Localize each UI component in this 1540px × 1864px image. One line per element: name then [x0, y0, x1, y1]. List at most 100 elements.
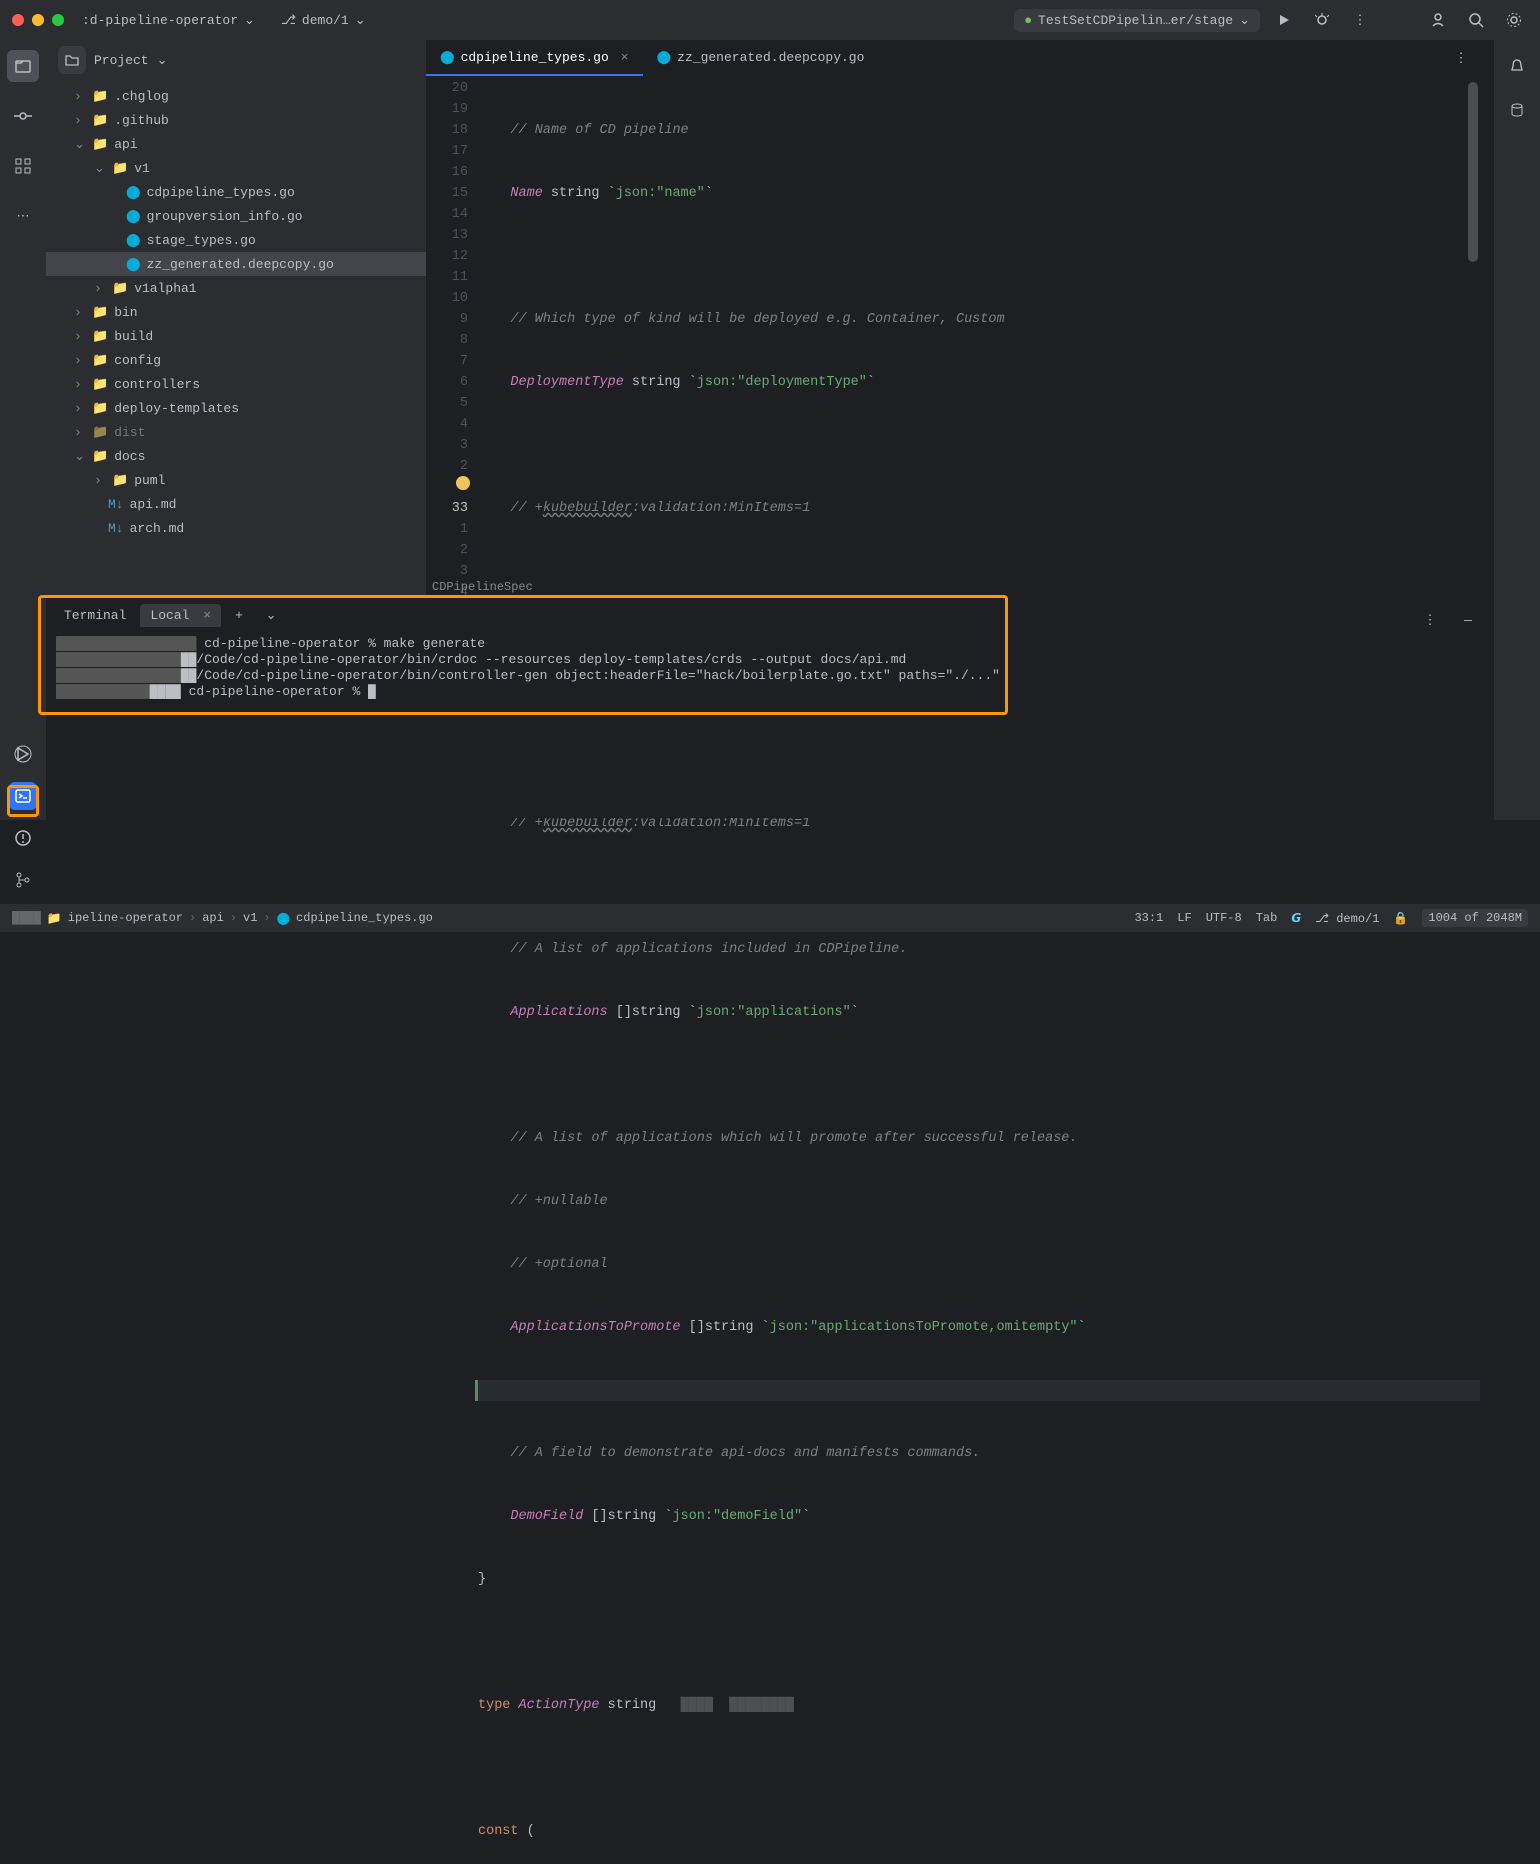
maximize-window[interactable]	[52, 14, 64, 26]
memory-indicator[interactable]: 1004 of 2048M	[1422, 909, 1528, 927]
tree-item[interactable]: ›📁puml	[46, 468, 426, 492]
search-icon[interactable]	[1462, 6, 1490, 34]
code-with-me-icon[interactable]	[1424, 6, 1452, 34]
chevron-right-icon[interactable]: ›	[94, 473, 106, 488]
editor-tabs: ⬤ cdpipeline_types.go × ⬤ zz_generated.d…	[426, 40, 1480, 76]
tree-item[interactable]: › 📁 .github	[46, 108, 426, 132]
run-config-name: TestSetCDPipelin…er/stage	[1038, 13, 1233, 28]
tree-label: build	[114, 329, 153, 344]
run-button[interactable]	[1270, 6, 1298, 34]
settings-icon[interactable]	[1500, 6, 1528, 34]
chevron-right-icon[interactable]: ›	[74, 353, 86, 368]
chevron-down-icon[interactable]: ⌄	[74, 449, 86, 464]
terminal-tab-local[interactable]: Local ×	[140, 604, 221, 627]
branch-dropdown[interactable]: ⎇ demo/1 ⌄	[273, 9, 374, 32]
tree-item[interactable]: ⌄📁docs	[46, 444, 426, 468]
terminal-actions: ⋮ —	[1416, 606, 1482, 634]
tree-item[interactable]: ⬤stage_types.go	[46, 228, 426, 252]
terminal-tool-icon[interactable]	[9, 782, 37, 810]
notifications-icon[interactable]	[1503, 52, 1531, 80]
tree-item[interactable]: ›📁config	[46, 348, 426, 372]
go-icon: 𝙂	[1291, 911, 1301, 926]
terminal-output[interactable]: █████ ██ ██ ██████ cd-pipeline-operator …	[46, 632, 1494, 704]
folder-icon: 📁	[112, 473, 128, 488]
folder-icon: 📁	[92, 113, 108, 128]
chevron-right-icon[interactable]: ›	[74, 305, 86, 320]
more-tools-button[interactable]: ⋯	[7, 200, 39, 232]
breadcrumb-segment[interactable]: v1	[243, 911, 257, 925]
tab-deepcopy[interactable]: ⬤ zz_generated.deepcopy.go	[643, 40, 879, 76]
git-tool-icon[interactable]	[9, 866, 37, 894]
minimize-window[interactable]	[32, 14, 44, 26]
tree-item[interactable]: ⬤zz_generated.deepcopy.go	[46, 252, 426, 276]
close-icon[interactable]: ×	[203, 608, 211, 623]
tab-options-icon[interactable]: ⋮	[1452, 44, 1480, 72]
caret-position[interactable]: 33:1	[1134, 911, 1163, 925]
branch-name: demo/1	[302, 13, 349, 28]
tab-cdpipeline-types[interactable]: ⬤ cdpipeline_types.go ×	[426, 40, 643, 76]
minimize-icon[interactable]: —	[1454, 606, 1482, 634]
left-tool-strip: ⋯	[0, 40, 46, 820]
editor-scrollbar[interactable]	[1468, 82, 1478, 572]
folder-icon: 📁	[92, 449, 108, 464]
services-tool-icon[interactable]	[9, 740, 37, 768]
debug-button[interactable]	[1308, 6, 1336, 34]
close-window[interactable]	[12, 14, 24, 26]
run-config-dropdown[interactable]: ● TestSetCDPipelin…er/stage ⌄	[1014, 9, 1260, 32]
tree-item[interactable]: M↓arch.md	[46, 516, 426, 540]
chevron-right-icon[interactable]: ›	[74, 425, 86, 440]
scroll-thumb[interactable]	[1468, 82, 1478, 262]
new-terminal-button[interactable]: +	[225, 601, 253, 629]
tree-item[interactable]: ›📁build	[46, 324, 426, 348]
structure-tool-button[interactable]	[7, 150, 39, 182]
breadcrumb-segment[interactable]: api	[202, 911, 224, 925]
indent[interactable]: Tab	[1256, 911, 1278, 925]
line-separator[interactable]: LF	[1177, 911, 1191, 925]
tree-item[interactable]: ⌄📁v1	[46, 156, 426, 180]
tree-item[interactable]: ›📁deploy-templates	[46, 396, 426, 420]
git-branch-icon: ⎇	[281, 13, 296, 28]
project-panel-title[interactable]: Project	[94, 53, 149, 68]
tree-item[interactable]: ⌄📁api	[46, 132, 426, 156]
breadcrumb-segment[interactable]: cdpipeline_types.go	[296, 911, 433, 925]
terminal-tab-main[interactable]: Terminal	[54, 604, 136, 627]
tree-item[interactable]: ›📁bin	[46, 300, 426, 324]
close-icon[interactable]: ×	[621, 50, 629, 65]
problems-tool-icon[interactable]	[9, 824, 37, 852]
lock-icon[interactable]: 🔒	[1393, 911, 1408, 926]
project-dropdown[interactable]: :d-pipeline-operator ⌄	[74, 9, 263, 32]
database-icon[interactable]	[1503, 96, 1531, 124]
chevron-right-icon[interactable]: ›	[74, 377, 86, 392]
tree-item[interactable]: ›📁controllers	[46, 372, 426, 396]
chevron-right-icon[interactable]: ›	[94, 281, 106, 296]
file-tree[interactable]: ›📁.chglog › 📁 .github ⌄📁api ⌄📁v1 ⬤cdpipeli…	[46, 80, 426, 544]
tree-item[interactable]: ›📁dist	[46, 420, 426, 444]
terminal-options-icon[interactable]: ⋮	[1416, 606, 1444, 634]
editor-breadcrumb[interactable]: CDPipelineSpec	[426, 576, 533, 598]
code-editor[interactable]: 20 19 18 17 16 15 14 13 12 11 10 9 8 7 6…	[426, 76, 1480, 584]
tree-item[interactable]: ⬤groupversion_info.go	[46, 204, 426, 228]
tree-label: api.md	[130, 497, 177, 512]
code-area[interactable]: // Name of CD pipeline Name string `json…	[478, 76, 1480, 584]
project-tool-button[interactable]	[7, 50, 39, 82]
breadcrumb-path[interactable]: ████ 📁 ipeline-operator › api › v1 › ⬤ c…	[12, 911, 433, 926]
tree-item[interactable]: ⬤cdpipeline_types.go	[46, 180, 426, 204]
tree-label: .github	[114, 113, 169, 128]
more-actions-button[interactable]: ⋮	[1346, 6, 1374, 34]
chevron-down-icon[interactable]: ⌄	[94, 161, 106, 176]
tree-item[interactable]: ›📁v1alpha1	[46, 276, 426, 300]
git-branch-status[interactable]: ⎇ demo/1	[1315, 911, 1379, 926]
chevron-right-icon[interactable]: ›	[74, 89, 86, 104]
encoding[interactable]: UTF-8	[1206, 911, 1242, 925]
tree-item[interactable]: ›📁.chglog	[46, 84, 426, 108]
commit-tool-button[interactable]	[7, 100, 39, 132]
intention-bulb-icon[interactable]	[456, 476, 470, 490]
chevron-down-icon[interactable]: ⌄	[74, 137, 86, 152]
chevron-down-icon[interactable]: ⌄	[157, 53, 168, 68]
chevron-right-icon[interactable]: ›	[74, 329, 86, 344]
chevron-right-icon[interactable]: ›	[74, 113, 86, 128]
tree-item[interactable]: M↓api.md	[46, 492, 426, 516]
terminal-dropdown-icon[interactable]: ⌄	[257, 601, 285, 629]
chevron-right-icon[interactable]: ›	[74, 401, 86, 416]
breadcrumb-segment[interactable]: ipeline-operator	[68, 911, 183, 925]
